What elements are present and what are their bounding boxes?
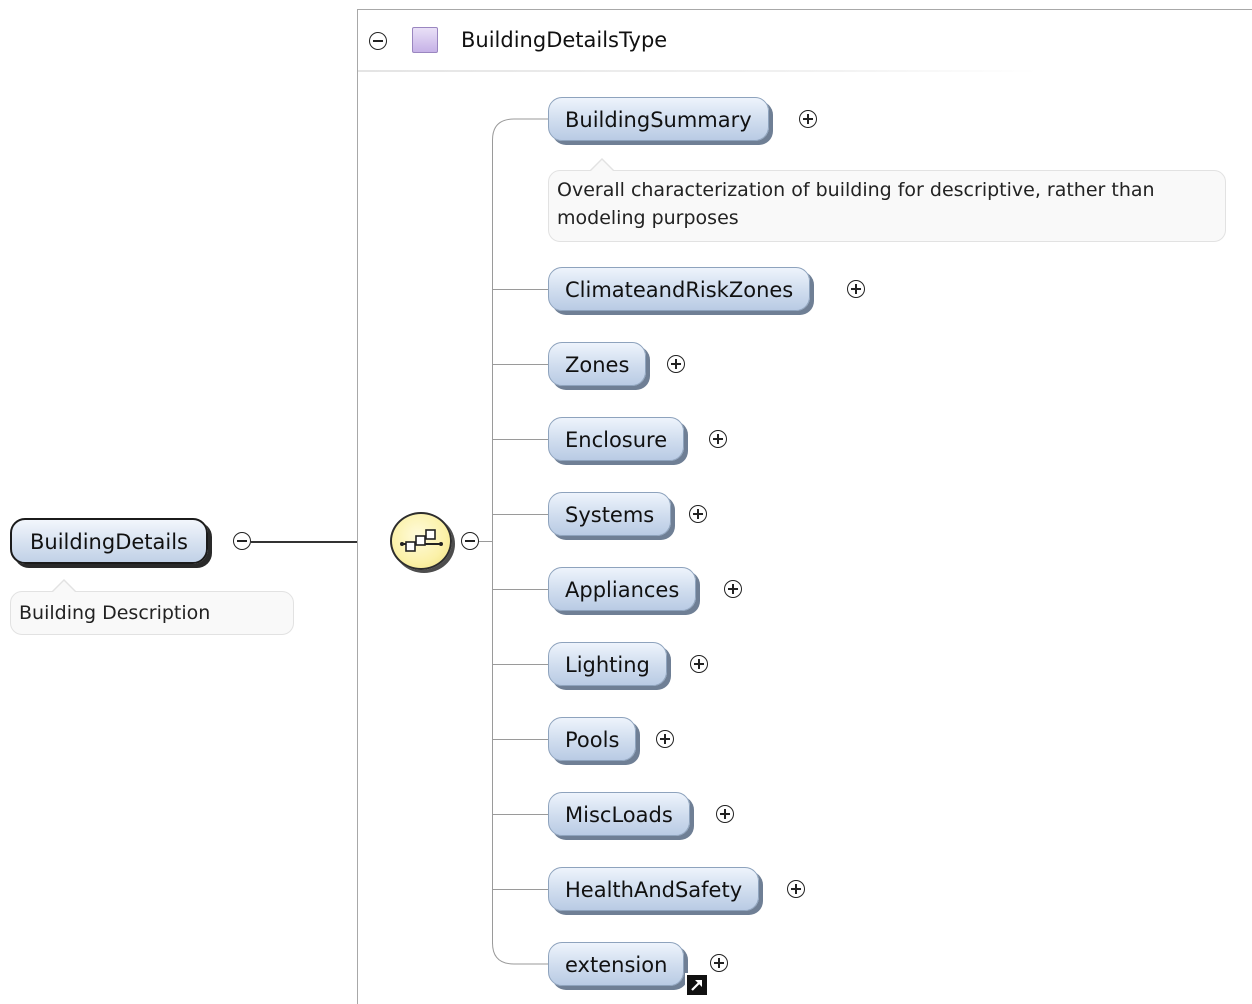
collapse-root-toggle-icon[interactable] — [233, 532, 251, 550]
element-extension[interactable]: extension — [548, 942, 685, 986]
sequence-compositor[interactable] — [390, 512, 452, 570]
branch-line — [493, 814, 549, 815]
root-element-building-details[interactable]: BuildingDetails — [10, 518, 208, 564]
expand-enclosure-icon[interactable] — [709, 430, 727, 448]
complex-type-icon — [412, 27, 438, 53]
root-element-label: BuildingDetails — [30, 530, 188, 554]
element-appliances[interactable]: Appliances — [548, 567, 697, 611]
branch-line — [493, 739, 549, 740]
branch-line — [493, 664, 549, 665]
element-label: Systems — [565, 503, 655, 527]
element-systems[interactable]: Systems — [548, 492, 672, 536]
branch-line — [493, 589, 549, 590]
element-label: Pools — [565, 728, 620, 752]
branch-line — [493, 889, 549, 890]
element-label: Appliances — [565, 578, 680, 602]
expand-misc-loads-icon[interactable] — [716, 805, 734, 823]
element-health-and-safety[interactable]: HealthAndSafety — [548, 867, 760, 911]
element-building-summary[interactable]: BuildingSummary — [548, 97, 769, 141]
element-zones[interactable]: Zones — [548, 342, 647, 386]
type-header: BuildingDetailsType — [358, 10, 1038, 72]
expand-health-and-safety-icon[interactable] — [787, 880, 805, 898]
reference-arrow-icon — [685, 973, 709, 997]
expand-zones-icon[interactable] — [667, 355, 685, 373]
expand-building-summary-icon[interactable] — [799, 110, 817, 128]
element-climate-and-risk-zones[interactable]: ClimateandRiskZones — [548, 267, 811, 311]
element-label: Enclosure — [565, 428, 668, 452]
sequence-tree-line — [492, 140, 493, 944]
element-label: ClimateandRiskZones — [565, 278, 794, 302]
branch-line — [493, 289, 549, 290]
element-label: MiscLoads — [565, 803, 673, 827]
branch-line — [493, 514, 549, 515]
expand-systems-icon[interactable] — [689, 505, 707, 523]
sequence-stub-line — [479, 541, 493, 542]
type-title: BuildingDetailsType — [461, 28, 668, 52]
building-summary-annotation: Overall characterization of building for… — [548, 158, 1226, 242]
expand-extension-icon[interactable] — [710, 954, 728, 972]
expand-climate-and-risk-zones-icon[interactable] — [847, 280, 865, 298]
root-annotation-text: Building Description — [19, 602, 211, 624]
element-label: Lighting — [565, 653, 650, 677]
building-summary-annotation-text: Overall characterization of building for… — [557, 179, 1155, 229]
element-label: extension — [565, 953, 668, 977]
tree-corner-bottom — [492, 935, 550, 965]
sequence-icon — [400, 529, 443, 552]
collapse-type-toggle-icon[interactable] — [369, 32, 387, 50]
element-label: Zones — [565, 353, 630, 377]
branch-line — [493, 439, 549, 440]
expand-appliances-icon[interactable] — [724, 580, 742, 598]
element-misc-loads[interactable]: MiscLoads — [548, 792, 690, 836]
tree-corner-top — [492, 118, 550, 148]
element-label: BuildingSummary — [565, 108, 752, 132]
expand-lighting-icon[interactable] — [690, 655, 708, 673]
branch-line — [493, 364, 549, 365]
element-lighting[interactable]: Lighting — [548, 642, 667, 686]
element-enclosure[interactable]: Enclosure — [548, 417, 685, 461]
expand-pools-icon[interactable] — [656, 730, 674, 748]
root-annotation: Building Description — [10, 579, 294, 635]
element-label: HealthAndSafety — [565, 878, 743, 902]
element-pools[interactable]: Pools — [548, 717, 637, 761]
collapse-sequence-toggle-icon[interactable] — [461, 532, 479, 550]
